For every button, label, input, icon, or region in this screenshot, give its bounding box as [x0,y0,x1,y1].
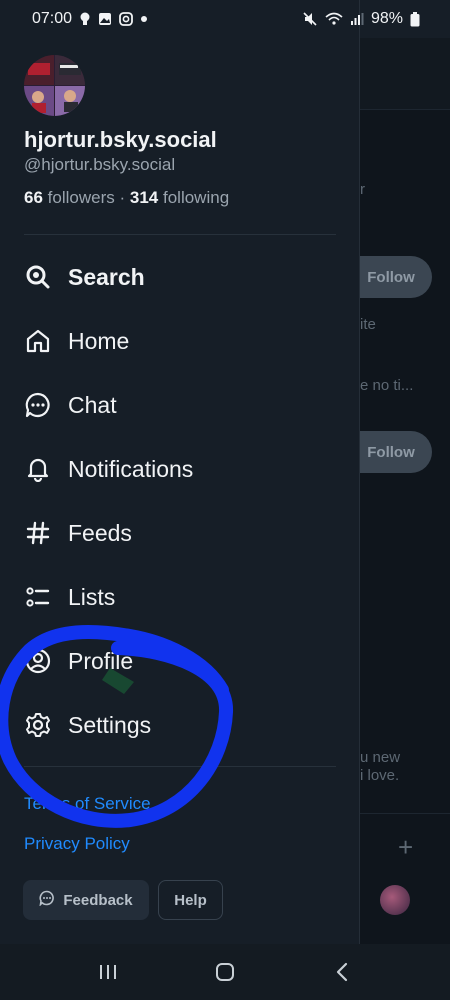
nav-label: Chat [68,391,117,418]
background-text: r [360,181,365,198]
feedback-icon [39,890,55,910]
navigation-drawer: hjortur.bsky.social @hjortur.bsky.social… [0,0,360,944]
background-text: u new [360,749,401,766]
nav-item-feeds[interactable]: Feeds [0,501,360,565]
follow-button[interactable]: Follow [360,256,432,298]
android-nav-bar [0,944,450,1000]
feedback-label: Feedback [63,891,133,909]
instagram-icon [119,12,133,26]
bell-icon [24,455,52,483]
home-icon [24,327,52,355]
following-count: 314 [129,188,159,207]
nav-label: Lists [68,583,116,610]
nav-item-chat[interactable]: Chat [0,373,360,437]
nav-item-search[interactable]: Search [0,245,360,309]
nav-item-notifications[interactable]: Notifications [0,437,360,501]
battery-percent: 98% [370,10,403,27]
nav-label: Notifications [68,455,194,482]
background-divider [360,813,450,814]
wifi-icon [325,12,343,26]
nav-label: Feeds [68,519,132,546]
divider [24,234,336,235]
stats-separator: · [119,188,126,207]
signal-icon [350,12,364,26]
status-time: 07:00 [32,10,73,27]
follow-stats[interactable]: 66 followers · 314 following [24,188,229,208]
background-text: i love. [360,767,400,784]
search-icon [24,263,52,291]
hash-icon [24,519,52,547]
nav-item-profile[interactable]: Profile [0,629,360,693]
list-icon [24,583,52,611]
back-button[interactable] [322,952,362,992]
nav-item-lists[interactable]: Lists [0,565,360,629]
followers-count: 66 [24,188,43,207]
gear-icon [24,711,52,739]
home-button[interactable] [205,952,245,992]
privacy-link[interactable]: Privacy Policy [24,834,130,854]
background-text: e no ti... [360,377,414,394]
help-button[interactable]: Help [158,880,223,920]
handle: @hjortur.bsky.social [24,155,176,174]
nav-label: Settings [68,711,152,738]
bulb-icon [79,12,91,26]
nav-item-settings[interactable]: Settings [0,693,360,757]
divider [24,766,336,767]
recents-button[interactable] [88,952,128,992]
avatar[interactable] [380,885,410,915]
battery-icon [410,11,420,27]
chat-icon [24,391,52,419]
background-header [360,38,450,110]
terms-link[interactable]: Terms of Service [24,794,151,814]
plus-icon[interactable]: + [398,832,413,863]
drawer-nav: Search Home Chat Notifications Feeds Lis… [0,245,360,757]
image-icon [98,12,112,26]
user-circle-icon [24,647,52,675]
avatar[interactable] [24,55,85,116]
followers-label: followers [47,188,115,207]
nav-label: Home [68,327,130,354]
nav-label: Search [68,263,145,290]
following-label: following [163,188,230,207]
status-bar: 07:00 98% [0,0,450,38]
follow-button[interactable]: Follow [360,431,432,473]
background-feed: r Follow ite e no ti... Follow u new i l… [360,38,450,944]
nav-label: Profile [68,647,134,674]
display-name: hjortur.bsky.social [24,127,217,152]
nav-item-home[interactable]: Home [0,309,360,373]
background-text: ite [360,316,376,333]
mute-icon [302,11,318,27]
dot-icon [140,15,148,23]
feedback-button[interactable]: Feedback [23,880,149,920]
